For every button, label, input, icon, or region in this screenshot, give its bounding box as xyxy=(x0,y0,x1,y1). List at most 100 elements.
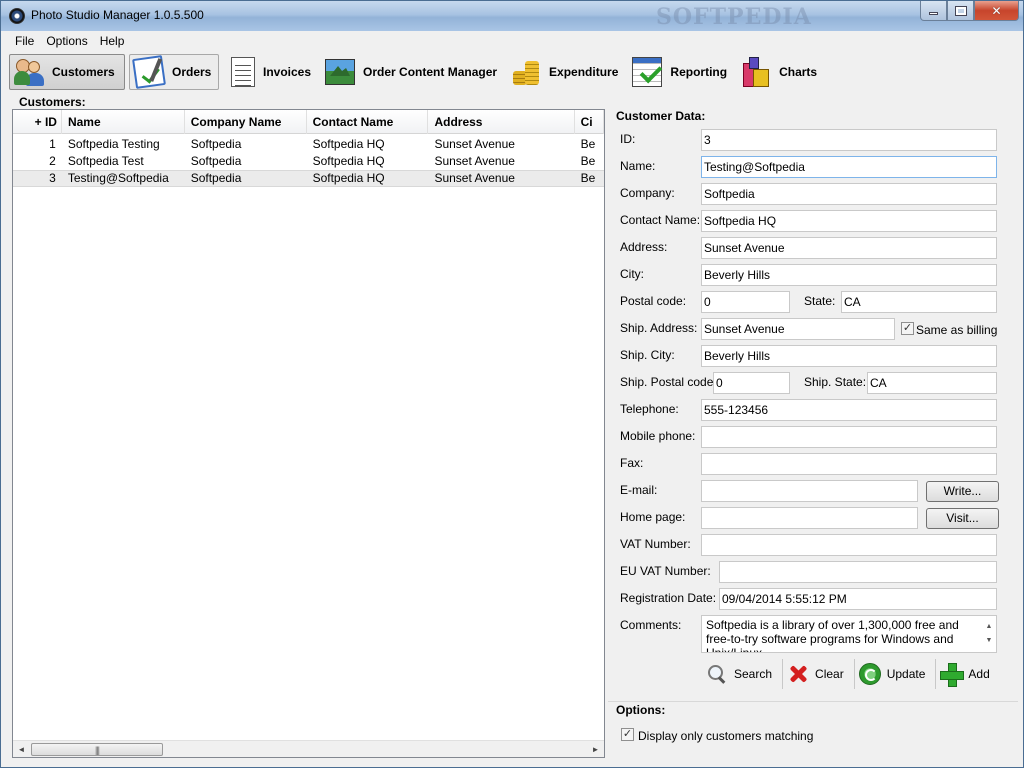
contact-name-field[interactable]: Softpedia HQ xyxy=(701,210,997,232)
minimize-button[interactable] xyxy=(920,1,947,21)
visit-homepage-button[interactable]: Visit... xyxy=(926,508,999,529)
column-header-address[interactable]: Address xyxy=(428,110,575,134)
table-row[interactable]: 1 Softpedia Testing Softpedia Softpedia … xyxy=(13,136,604,153)
scroll-up-icon[interactable]: ▲ xyxy=(986,620,993,634)
same-as-billing-label: Same as billing xyxy=(916,323,998,337)
address-label: Address: xyxy=(620,240,668,254)
cell-city: Be xyxy=(580,171,596,185)
column-header-contact[interactable]: Contact Name xyxy=(307,110,429,134)
home-page-label: Home page: xyxy=(620,510,686,524)
display-matching-label: Display only customers matching xyxy=(638,729,814,743)
customers-grid[interactable]: + ID Name Company Name Contact Name Addr… xyxy=(12,109,605,758)
telephone-label: Telephone: xyxy=(620,402,679,416)
orders-button[interactable]: Orders xyxy=(129,54,219,90)
comments-scrollbar[interactable]: ▲ ▼ xyxy=(982,616,996,652)
reporting-button[interactable]: Reporting xyxy=(627,54,732,90)
expenditure-button[interactable]: Expenditure xyxy=(506,54,623,90)
minimize-icon xyxy=(929,12,938,15)
clear-button[interactable]: Clear xyxy=(783,659,855,689)
close-button[interactable]: ✕ xyxy=(974,1,1019,21)
cell-address: Sunset Avenue xyxy=(434,171,515,185)
title-bar[interactable]: Photo Studio Manager 1.0.5.500 SOFTPEDIA… xyxy=(1,1,1023,31)
menu-bar: File Options Help xyxy=(9,31,1017,51)
ship-city-label: Ship. City: xyxy=(620,348,675,362)
postal-code-label: Postal code: xyxy=(620,294,687,308)
search-button[interactable]: Search xyxy=(702,659,784,689)
table-row[interactable]: 2 Softpedia Test Softpedia Softpedia HQ … xyxy=(13,153,604,170)
menu-file[interactable]: File xyxy=(9,34,40,48)
email-label: E-mail: xyxy=(620,483,658,497)
options-label: Options: xyxy=(616,703,666,717)
home-page-field[interactable] xyxy=(701,507,918,529)
ship-address-field[interactable]: Sunset Avenue xyxy=(701,318,895,340)
horizontal-scrollbar[interactable]: ◄ ||| ► xyxy=(13,740,604,757)
customers-button-label: Customers xyxy=(52,65,115,79)
charts-button[interactable]: Charts xyxy=(736,54,822,90)
update-button[interactable]: Update xyxy=(855,659,937,689)
customer-data-label: Customer Data: xyxy=(616,109,706,123)
id-field[interactable]: 3 xyxy=(701,129,997,151)
email-field[interactable] xyxy=(701,480,918,502)
table-row-selected[interactable]: 3 Testing@Softpedia Softpedia Softpedia … xyxy=(13,170,604,187)
scroll-right-icon[interactable]: ► xyxy=(587,741,604,757)
toolbar: Customers Orders Invoices Order Content … xyxy=(9,52,1017,92)
postal-code-field[interactable]: 0 xyxy=(701,291,790,313)
state-label: State: xyxy=(804,294,836,308)
ship-postal-code-label: Ship. Postal code: xyxy=(620,375,717,389)
scroll-left-icon[interactable]: ◄ xyxy=(13,741,30,757)
customers-button[interactable]: Customers xyxy=(9,54,125,90)
ship-postal-code-field[interactable]: 0 xyxy=(713,372,790,394)
clear-button-label: Clear xyxy=(815,667,844,681)
same-as-billing-checkbox[interactable]: ✓ xyxy=(901,322,914,335)
column-header-city[interactable]: Ci xyxy=(575,110,604,134)
mobile-phone-field[interactable] xyxy=(701,426,997,448)
ship-city-field[interactable]: Beverly Hills xyxy=(701,345,997,367)
cell-contact: Softpedia HQ xyxy=(312,137,385,151)
telephone-field[interactable]: 555-123456 xyxy=(701,399,997,421)
ship-state-field[interactable]: CA xyxy=(867,372,997,394)
add-button[interactable]: Add xyxy=(936,659,999,689)
cell-company: Softpedia xyxy=(190,137,242,151)
state-field[interactable]: CA xyxy=(841,291,997,313)
column-header-name[interactable]: Name xyxy=(62,110,185,134)
city-field[interactable]: Beverly Hills xyxy=(701,264,997,286)
order-content-manager-button[interactable]: Order Content Manager xyxy=(320,54,502,90)
app-icon[interactable] xyxy=(9,8,25,24)
report-check-icon xyxy=(632,57,663,87)
window-title: Photo Studio Manager 1.0.5.500 xyxy=(31,8,204,22)
cell-id: 3 xyxy=(49,171,56,185)
maximize-button[interactable] xyxy=(947,1,974,21)
scroll-thumb[interactable]: ||| xyxy=(31,743,163,756)
invoices-button[interactable]: Invoices xyxy=(223,54,316,90)
refresh-icon xyxy=(858,663,881,685)
id-label: ID: xyxy=(620,132,636,146)
fax-label: Fax: xyxy=(620,456,644,470)
company-field[interactable]: Softpedia xyxy=(701,183,997,205)
name-field[interactable]: Testing@Softpedia xyxy=(701,156,997,178)
ship-address-label: Ship. Address: xyxy=(620,321,698,335)
fax-field[interactable] xyxy=(701,453,997,475)
write-email-button[interactable]: Write... xyxy=(926,481,999,502)
maximize-icon xyxy=(954,5,967,16)
cell-contact: Softpedia HQ xyxy=(312,171,385,185)
registration-date-field[interactable]: 09/04/2014 5:55:12 PM xyxy=(719,588,997,610)
menu-options[interactable]: Options xyxy=(40,34,93,48)
coins-icon xyxy=(511,57,541,87)
column-header-company[interactable]: Company Name xyxy=(185,110,307,134)
comments-label: Comments: xyxy=(620,618,682,632)
menu-help[interactable]: Help xyxy=(94,34,131,48)
mobile-phone-label: Mobile phone: xyxy=(620,429,696,443)
company-label: Company: xyxy=(620,186,675,200)
column-header-id[interactable]: + ID xyxy=(13,110,62,134)
cell-address: Sunset Avenue xyxy=(434,137,515,151)
orders-button-label: Orders xyxy=(172,65,212,79)
comments-field[interactable]: Softpedia is a library of over 1,300,000… xyxy=(701,615,997,653)
display-matching-checkbox[interactable]: ✓ xyxy=(621,728,634,741)
cell-company: Softpedia xyxy=(190,154,242,168)
cell-company: Softpedia xyxy=(190,171,242,185)
clear-icon xyxy=(787,663,809,685)
scroll-down-icon[interactable]: ▼ xyxy=(986,634,993,648)
eu-vat-number-field[interactable] xyxy=(719,561,997,583)
vat-number-field[interactable] xyxy=(701,534,997,556)
address-field[interactable]: Sunset Avenue xyxy=(701,237,997,259)
